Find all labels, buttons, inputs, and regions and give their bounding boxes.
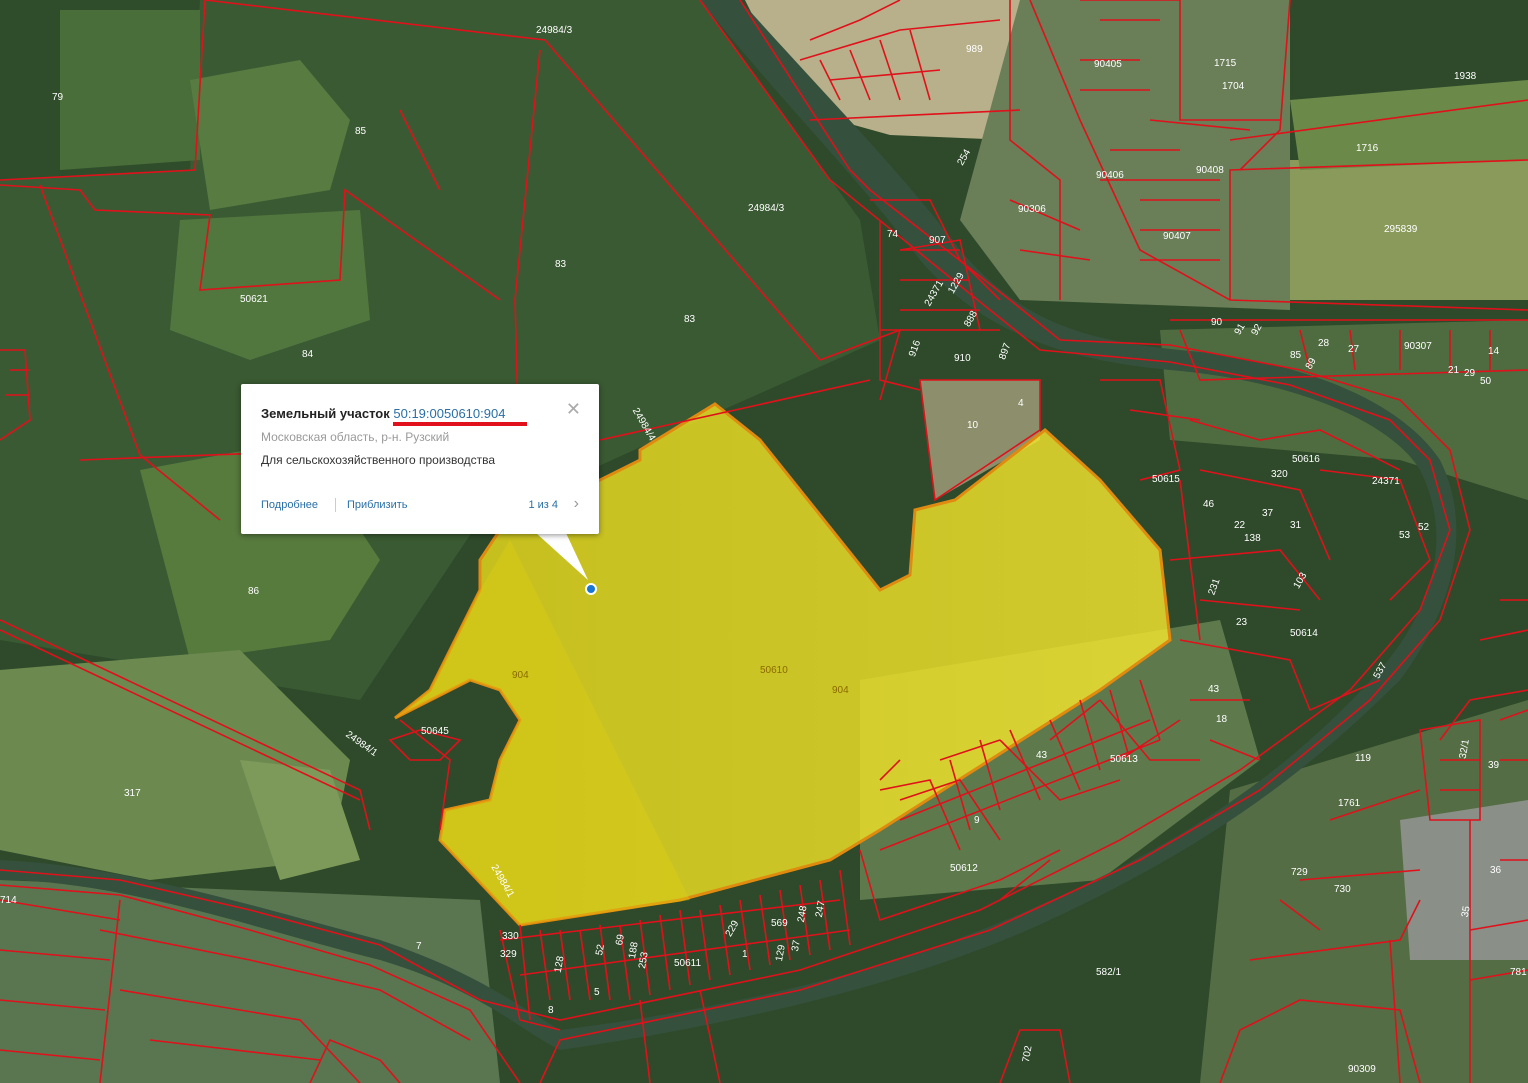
map-label: 24371: [1372, 476, 1400, 487]
map-label: 79: [52, 92, 64, 103]
map-label: 8: [548, 1005, 554, 1016]
map-label: 910: [954, 353, 971, 364]
map-label: 50: [1480, 376, 1492, 387]
map-label: 317: [124, 788, 141, 799]
map-label: 22: [1234, 520, 1246, 531]
map-label: 31: [1290, 520, 1302, 531]
map-label: 50615: [1152, 474, 1180, 485]
map-label: 1716: [1356, 143, 1379, 154]
map-label: 730: [1334, 884, 1351, 895]
map-label: 138: [1244, 533, 1261, 544]
map-label: 1: [742, 949, 748, 960]
map-label: 10: [967, 420, 979, 431]
map-label: 46: [1203, 499, 1215, 510]
map-label: 50611: [674, 958, 702, 969]
map-label: 37: [1262, 508, 1274, 519]
map-label: 729: [1291, 867, 1308, 878]
map-label: 43: [1208, 684, 1220, 695]
map-label: 14: [1488, 346, 1500, 357]
details-link[interactable]: Подробнее: [261, 499, 318, 511]
map-label: 907: [929, 235, 946, 246]
parcel-info-popup: Земельный участок 50:19:0050610:904 ✕ Мо…: [241, 384, 599, 534]
map-label: 83: [555, 259, 567, 270]
map-label-parcel: 904: [512, 670, 529, 681]
map-label-quarter: 50610: [760, 665, 788, 676]
map-label: 18: [1216, 714, 1228, 725]
map-label: 329: [500, 949, 517, 960]
map-label: 4: [1018, 398, 1024, 409]
map-label: 90407: [1163, 231, 1191, 242]
map-label: 7: [416, 941, 422, 952]
link-divider: [335, 498, 336, 512]
map-label: 86: [248, 586, 260, 597]
map-label: 85: [1290, 350, 1302, 361]
chevron-right-icon[interactable]: ›: [574, 495, 579, 513]
map-label: 83: [684, 314, 696, 325]
map-label: 781: [1510, 967, 1527, 978]
map-label: 569: [771, 918, 788, 929]
map-label: 1761: [1338, 798, 1361, 809]
map-label: 1938: [1454, 71, 1477, 82]
cadastral-map[interactable]: 79 85 24984/3 24984/3 83 83 50621 84 86 …: [0, 0, 1528, 1083]
popup-title: Земельный участок 50:19:0050610:904: [261, 406, 505, 421]
close-icon[interactable]: ✕: [566, 400, 581, 418]
map-label: 21: [1448, 365, 1460, 376]
map-label: 295839: [1384, 224, 1418, 235]
parcel-purpose: Для сельскохозяйственного производства: [261, 453, 496, 467]
map-label: 320: [1271, 469, 1288, 480]
map-label: 90408: [1196, 165, 1224, 176]
map-label: 5: [594, 987, 600, 998]
result-pager: 1 из 4: [528, 499, 558, 511]
map-label: 50616: [1292, 454, 1320, 465]
map-label: 50612: [950, 863, 978, 874]
map-label: 714: [0, 895, 17, 906]
map-label: 85: [355, 126, 367, 137]
map-label: 50613: [1110, 754, 1138, 765]
map-label: 90406: [1096, 170, 1124, 181]
map-label: 9: [974, 815, 980, 826]
cadastral-number-link[interactable]: 50:19:0050610:904: [393, 406, 505, 421]
map-label: 90307: [1404, 341, 1432, 352]
map-label: 28: [1318, 338, 1330, 349]
map-label: 90306: [1018, 204, 1046, 215]
map-label: 23: [1236, 617, 1248, 628]
map-label: 1715: [1214, 58, 1237, 69]
map-label: 582/1: [1096, 967, 1121, 978]
map-label: 39: [1488, 760, 1500, 771]
map-label: 119: [1355, 753, 1371, 764]
map-label: 43: [1036, 750, 1048, 761]
map-label: 1704: [1222, 81, 1245, 92]
map-label: 50621: [240, 294, 268, 305]
map-label: 989: [966, 44, 983, 55]
map-label: 27: [1348, 344, 1360, 355]
parcel-type-label: Земельный участок: [261, 406, 390, 421]
map-label-parcel: 904: [832, 685, 849, 696]
map-label: 84: [302, 349, 314, 360]
cadastral-number-underline: [393, 422, 527, 426]
zoom-link[interactable]: Приблизить: [347, 499, 408, 511]
map-label: 90: [1211, 317, 1223, 328]
map-label: 50614: [1290, 628, 1318, 639]
map-label: 50645: [421, 726, 449, 737]
map-label: 52: [1418, 522, 1430, 533]
location-marker[interactable]: [585, 583, 597, 595]
map-label: 24984/3: [536, 25, 573, 36]
map-label: 24984/3: [748, 203, 785, 214]
map-label: 29: [1464, 368, 1476, 379]
map-label: 53: [1399, 530, 1411, 541]
map-label: 90405: [1094, 59, 1122, 70]
map-label: 90309: [1348, 1064, 1376, 1075]
map-label: 36: [1490, 865, 1502, 876]
parcel-address: Московская область, р-н. Рузский: [261, 430, 450, 444]
map-label: 74: [887, 229, 899, 240]
map-label: 330: [502, 931, 519, 942]
